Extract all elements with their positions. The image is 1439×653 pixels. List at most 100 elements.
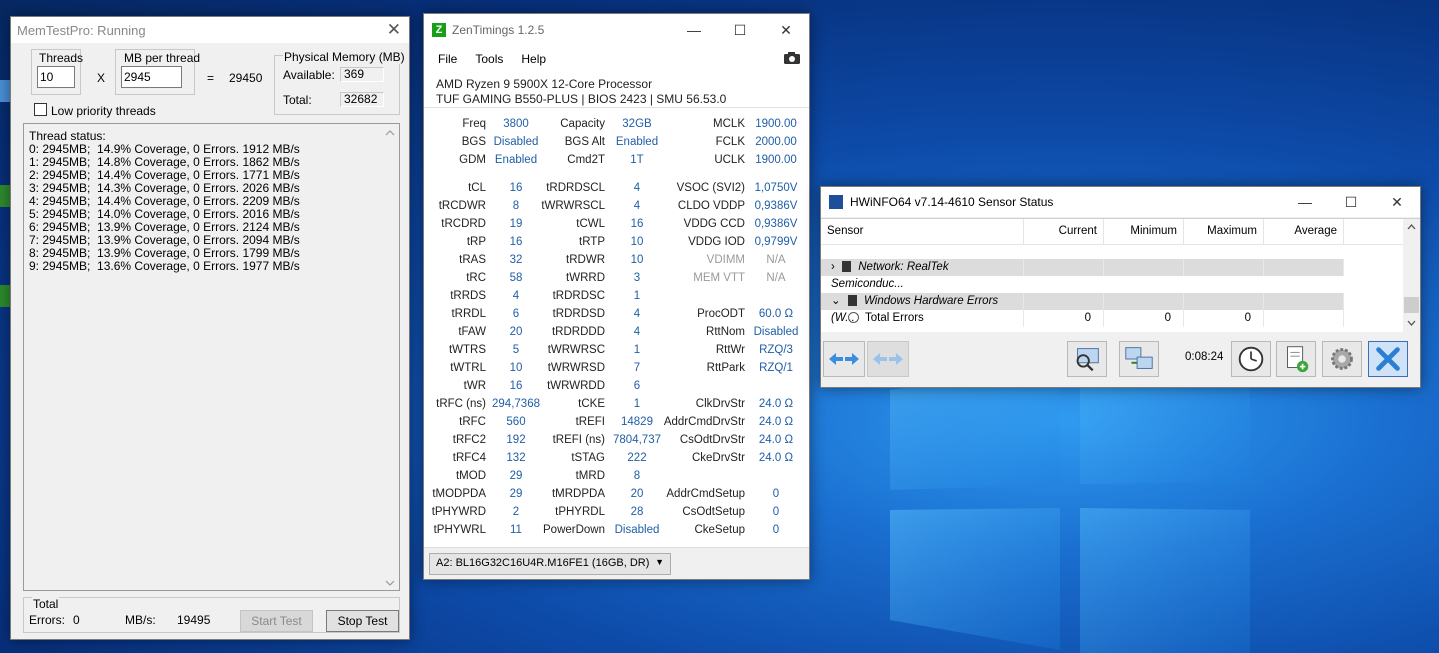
average-value [1264, 310, 1344, 327]
timing-label: CsOdtDrvStr [679, 434, 745, 446]
timing-value: 0,9799V [754, 236, 798, 248]
close-sensors-icon[interactable] [1368, 341, 1408, 377]
timing-label: tRFC (ns) [436, 398, 486, 410]
empty-cell [1264, 293, 1344, 310]
menu-tools[interactable]: Tools [475, 52, 503, 66]
windows-logo-light [890, 360, 1250, 653]
menu-file[interactable]: File [438, 52, 457, 66]
timing-value: 0,9386V [754, 200, 798, 212]
dimm-select[interactable]: A2: BL16G32C16U4R.M16FE1 (16GB, DR) ▼ [429, 553, 671, 575]
maximize-icon[interactable]: ☐ [717, 14, 763, 46]
maximize-icon[interactable]: ☐ [1328, 187, 1374, 217]
timing-label: tCKE [578, 398, 605, 410]
timing-value: 0,9386V [754, 218, 798, 230]
sensor-group-row[interactable]: ⌄ Windows Hardware Errors (W... [821, 293, 1344, 324]
close-icon[interactable]: ✕ [763, 14, 809, 46]
mbs-label: MB/s: [125, 613, 156, 627]
timing-label: MEM VTT [693, 272, 745, 284]
timing-label: tCWL [576, 218, 605, 230]
col-sensor[interactable]: Sensor [821, 219, 1024, 244]
timing-label: tRFC2 [452, 434, 486, 446]
timing-label: tWTRL [450, 362, 486, 374]
collapse-expand-icon[interactable] [823, 341, 865, 377]
close-icon[interactable]: ✕ [387, 20, 401, 40]
mb-per-thread-input[interactable]: 2945 [121, 66, 182, 88]
timing-label: RttPark [706, 362, 745, 374]
col-current[interactable]: Current [1024, 219, 1104, 244]
vertical-scrollbar[interactable] [1403, 219, 1420, 332]
sensor-group-row[interactable]: › Network: RealTek Semiconduc... [821, 259, 1344, 290]
chevron-right-icon[interactable]: › [831, 261, 835, 273]
timing-label: MCLK [713, 118, 745, 130]
timing-label: tFAW [458, 326, 486, 338]
timing-label: VDDG CCD [683, 218, 745, 230]
timing-label: VDDG IOD [688, 236, 745, 248]
empty-cell [1024, 259, 1104, 276]
timing-label: tREFI (ns) [552, 434, 605, 446]
close-icon[interactable]: ✕ [1374, 187, 1420, 217]
threads-input[interactable]: 10 [37, 66, 75, 88]
board-info: TUF GAMING B550-PLUS | BIOS 2423 | SMU 5… [436, 92, 727, 106]
errors-value: 0 [73, 613, 80, 627]
chevron-down-icon: ▼ [655, 557, 664, 567]
col-minimum[interactable]: Minimum [1104, 219, 1184, 244]
timing-label: tWRRD [566, 272, 605, 284]
col-average[interactable]: Average [1264, 219, 1344, 244]
timing-value: 1,0750V [754, 182, 798, 194]
dimm-select-value: A2: BL16G32C16U4R.M16FE1 (16GB, DR) [436, 557, 650, 569]
window-title: MemTestPro: Running [17, 22, 146, 38]
dimm-footer: A2: BL16G32C16U4R.M16FE1 (16GB, DR) ▼ [424, 547, 809, 579]
window-title: ZenTimings 1.2.5 [452, 23, 545, 37]
total-group-label: Total [32, 597, 60, 611]
sensor-monitor-icon[interactable] [1067, 341, 1107, 377]
col-maximum[interactable]: Maximum [1184, 219, 1264, 244]
status-line: 9: 2945MB; 13.6% Coverage, 0 Errors. 197… [29, 259, 300, 273]
clock-icon[interactable] [1231, 341, 1271, 377]
total-mb-value: 29450 [229, 71, 263, 85]
camera-icon[interactable] [783, 51, 801, 65]
total-memory-value: 32682 [340, 92, 384, 107]
timing-value: 1900.00 [755, 118, 797, 130]
physical-memory-label: Physical Memory (MB) [283, 50, 406, 64]
timing-label: CkeSetup [694, 524, 745, 536]
available-value: 369 [340, 67, 384, 82]
vertical-scrollbar[interactable] [382, 125, 398, 591]
hwinfo-window: HWiNFO64 v7.14-4610 Sensor Status — ☐ ✕ … [820, 186, 1421, 388]
timing-label: tRDRDDD [551, 326, 605, 338]
timing-label: tWRWRSC [547, 344, 605, 356]
minimize-icon[interactable]: — [671, 14, 717, 46]
timing-label: tMOD [455, 470, 486, 482]
memtestpro-window: MemTestPro: Running ✕ Threads 10 X MB pe… [10, 16, 410, 640]
empty-cell [1104, 259, 1184, 276]
timing-label: tRDRDSCL [546, 182, 605, 194]
layout-swap-icon[interactable] [867, 341, 909, 377]
sensor-row[interactable]: Total Errors 0 0 0 [821, 310, 1344, 327]
menu-help[interactable]: Help [521, 52, 546, 66]
timing-label: ProcODT [697, 308, 745, 320]
timing-label: tREFI [575, 416, 605, 428]
timing-label: RttWr [715, 344, 745, 356]
hwinfo-titlebar[interactable]: HWiNFO64 v7.14-4610 Sensor Status — ☐ ✕ [821, 187, 1420, 217]
timing-value: 8 [633, 470, 641, 482]
table-header: Sensor Current Minimum Maximum Average [821, 219, 1420, 245]
minimize-icon[interactable]: — [1282, 187, 1328, 217]
timing-value: 0 [772, 524, 780, 536]
sensor-table[interactable]: Sensor Current Minimum Maximum Average ›… [821, 218, 1420, 332]
threads-label: Threads [39, 51, 84, 65]
timing-label: ClkDrvStr [695, 398, 745, 410]
status-circle-icon [848, 312, 859, 324]
report-add-icon[interactable] [1276, 341, 1316, 377]
timing-value: N/A [766, 254, 786, 266]
empty-cell [1264, 259, 1344, 276]
network-icon[interactable] [1119, 341, 1159, 377]
start-test-button[interactable]: Start Test [240, 610, 313, 632]
timing-label: tRFC [459, 416, 486, 428]
chevron-down-icon[interactable]: ⌄ [831, 295, 841, 307]
zen-titlebar[interactable]: Z ZenTimings 1.2.5 — ☐ ✕ [424, 14, 809, 46]
thread-status-box[interactable]: Thread status: 0: 2945MB; 14.9% Coverage,… [23, 123, 400, 591]
low-priority-checkbox[interactable] [34, 103, 47, 116]
memtest-titlebar[interactable]: MemTestPro: Running ✕ [11, 17, 409, 43]
stop-test-button[interactable]: Stop Test [326, 610, 399, 632]
gear-icon[interactable] [1322, 341, 1362, 377]
current-value: 0 [1024, 310, 1104, 327]
